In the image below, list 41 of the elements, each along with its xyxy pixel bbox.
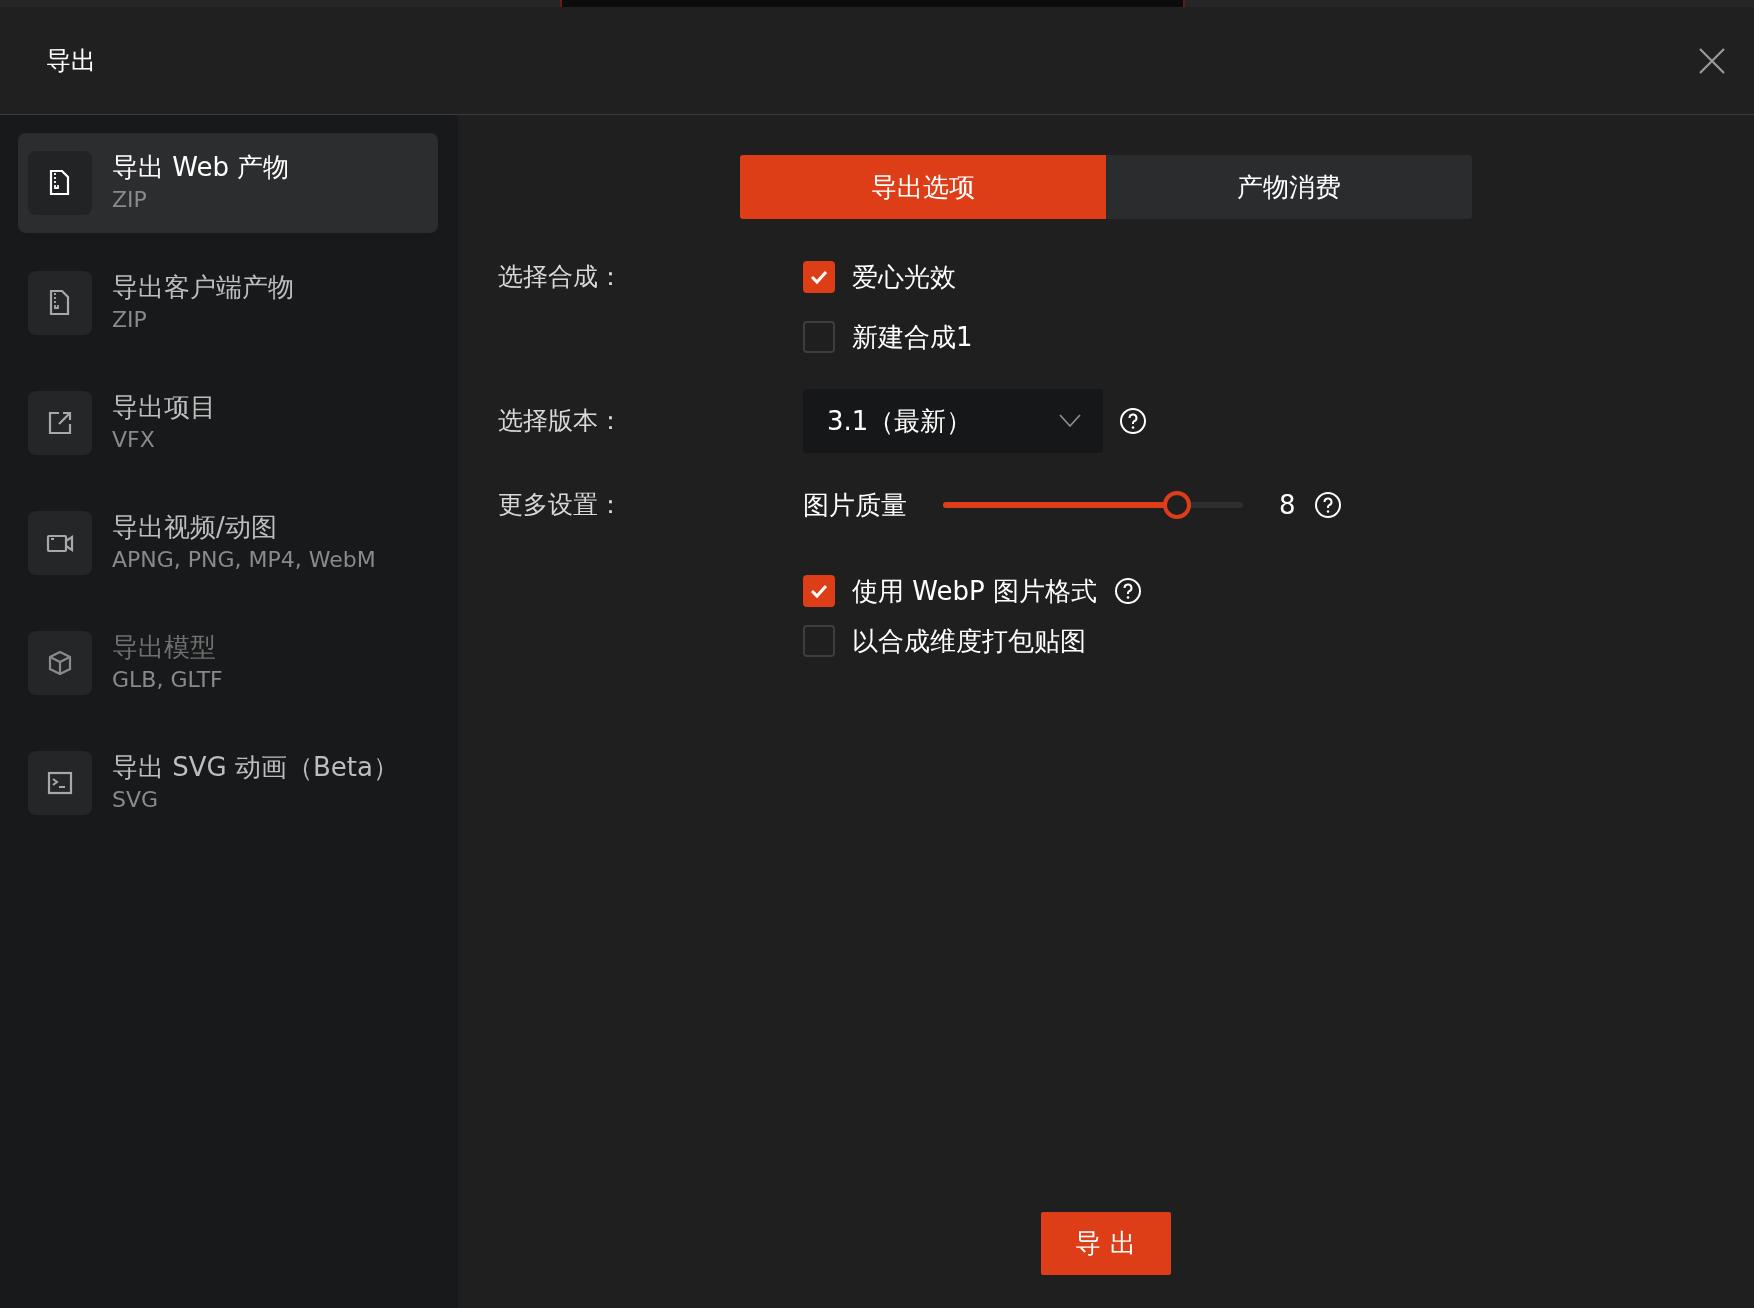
item-subtitle: VFX	[112, 425, 156, 454]
checkbox[interactable]	[803, 261, 835, 293]
checkbox-label: 新建合成1	[852, 320, 973, 354]
dialog-title: 导出	[46, 44, 96, 77]
item-subtitle: ZIP	[112, 305, 148, 334]
slider-value: 8	[1279, 488, 1296, 522]
sidebar-item[interactable]: 导出客户端产物 ZIP	[18, 253, 438, 353]
item-subtitle: SVG	[112, 785, 160, 814]
item-title: 导出 Web 产物	[112, 150, 290, 184]
checkbox[interactable]	[803, 625, 835, 657]
export-button[interactable]: 导 出	[1040, 1212, 1171, 1275]
item-subtitle: GLB, GLTF	[112, 665, 223, 694]
checkbox-label: 爱心光效	[852, 260, 956, 294]
help-icon[interactable]	[1113, 577, 1142, 605]
item-title: 导出项目	[112, 390, 216, 424]
item-title: 导出模型	[112, 630, 217, 664]
sidebar-item[interactable]: 导出 Web 产物 ZIP	[18, 133, 438, 233]
checkbox-label: 以合成维度打包贴图	[852, 624, 1086, 658]
field-label: 选择合成：	[498, 261, 624, 294]
item-title: 导出 SVG 动画（Beta）	[112, 750, 399, 784]
slider-thumb[interactable]	[1163, 491, 1191, 519]
slider-label: 图片质量	[803, 488, 908, 522]
help-icon[interactable]	[1313, 491, 1342, 519]
help-icon[interactable]	[1119, 407, 1147, 435]
item-subtitle: ZIP	[112, 185, 148, 214]
field-label: 更多设置：	[498, 489, 624, 522]
checkbox[interactable]	[803, 575, 835, 607]
chevron-down-icon	[1059, 414, 1081, 428]
item-subtitle: APNG, PNG, MP4, WebM	[112, 545, 376, 574]
tab[interactable]: 产物消费	[1105, 155, 1472, 219]
version-select[interactable]: 3.1（最新）	[803, 389, 1103, 453]
sidebar-item[interactable]: 导出 SVG 动画（Beta） SVG	[18, 733, 438, 833]
sidebar-item[interactable]: 导出视频/动图 APNG, PNG, MP4, WebM	[18, 493, 438, 593]
sidebar-item[interactable]: 导出项目 VFX	[18, 373, 438, 473]
checkbox-label: 使用 WebP 图片格式	[852, 574, 1097, 608]
item-title: 导出客户端产物	[112, 270, 294, 304]
field-label: 选择版本：	[498, 405, 624, 438]
tab[interactable]: 导出选项	[739, 155, 1106, 219]
close-icon	[1698, 46, 1726, 75]
checkbox[interactable]	[803, 321, 835, 353]
item-title: 导出视频/动图	[112, 510, 278, 544]
